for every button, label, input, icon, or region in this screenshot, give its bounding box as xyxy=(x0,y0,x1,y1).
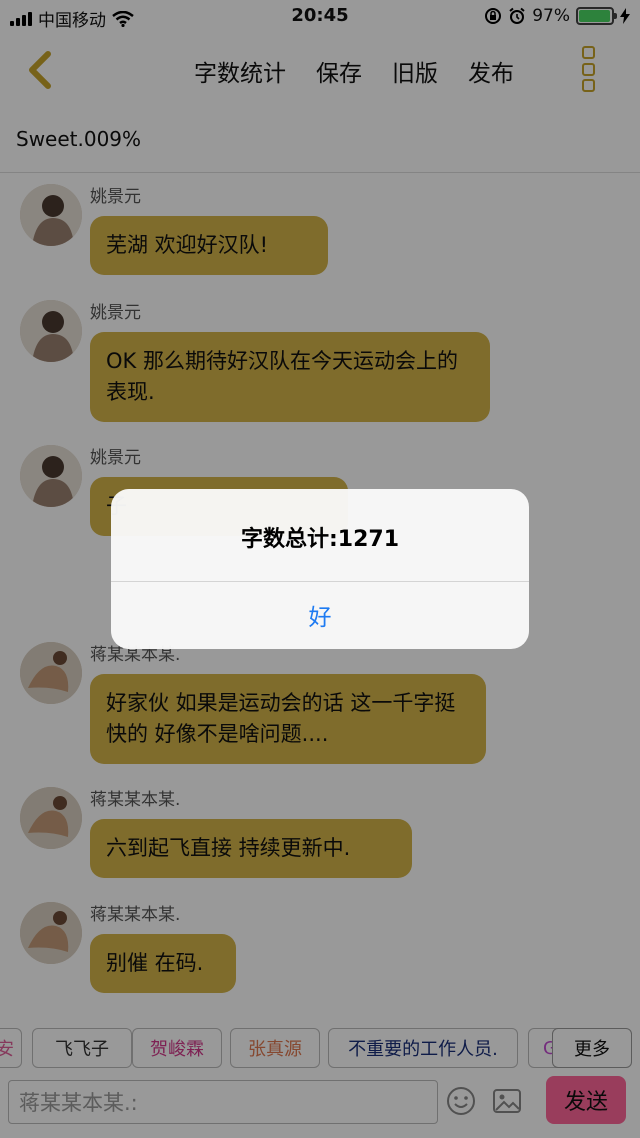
alert-dialog: 字数总计:1271 好 xyxy=(111,489,529,649)
alert-title: 字数总计:1271 xyxy=(240,527,400,552)
alert-ok-button[interactable]: 好 xyxy=(111,581,529,649)
